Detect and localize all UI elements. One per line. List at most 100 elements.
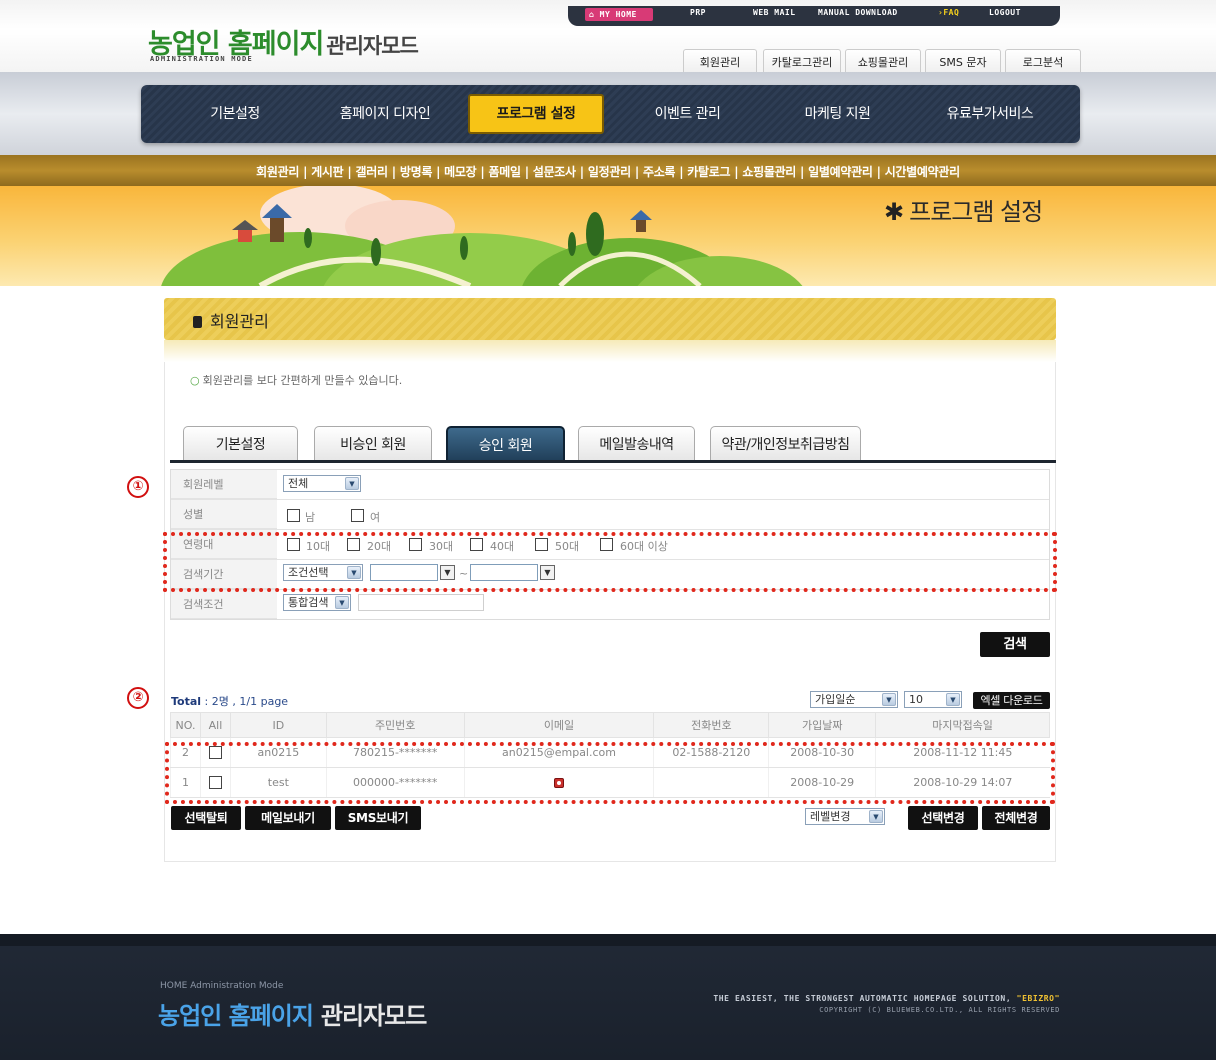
section-title: 회원관리 xyxy=(193,308,269,332)
page-description: ○ 회원관리를 보다 간편하게 만들수 있습니다. xyxy=(190,372,402,388)
section-title-text: 회원관리 xyxy=(210,312,269,331)
annotation-highlight-2 xyxy=(165,742,1055,804)
submenu-shop[interactable]: 쇼핑몰관리 xyxy=(742,165,796,179)
col-header-no: NO. xyxy=(170,712,201,738)
submenu-formmail[interactable]: 폼메일 xyxy=(489,165,522,179)
table-header-row: NO. All ID 주민번호 이메일 전화번호 가입날짜 마지막접속일 xyxy=(170,712,1050,738)
tab-unapproved-members[interactable]: 비승인 회원 xyxy=(314,426,432,462)
banner-title-text: 프로그램 설정 xyxy=(909,198,1043,226)
col-header-ssn: 주민번호 xyxy=(325,712,465,738)
tab-terms-privacy[interactable]: 약관/개인정보취급방침 xyxy=(710,426,861,462)
chevron-down-icon: ▼ xyxy=(882,693,896,706)
faq-label: FAQ xyxy=(943,8,960,17)
home-icon: ⌂ xyxy=(589,10,595,19)
submenu-addressbook[interactable]: 주소록 xyxy=(643,165,676,179)
footer-slogan-text: THE EASIEST, THE STRONGEST AUTOMATIC HOM… xyxy=(713,994,1012,1003)
logo-mode-text: 관리자모드 xyxy=(326,34,419,58)
footer-logo-mode: 관리자모드 xyxy=(320,1002,427,1030)
member-level-select[interactable]: 전체 ▼ xyxy=(283,475,361,492)
sub-menu: 회원관리 | 게시판 | 갤러리 | 방명록 | 메모장 | 폼메일 | 설문조사 | 일정관리 | 주소록 | 카… xyxy=(256,165,960,179)
per-page-select[interactable]: 10 ▼ xyxy=(904,691,962,708)
gender-male-label: 남 xyxy=(305,511,316,524)
nav-item-program-settings[interactable]: 프로그램 설정 xyxy=(468,94,604,134)
annotation-highlight-1 xyxy=(163,532,1057,592)
submenu-memo[interactable]: 메모장 xyxy=(444,165,477,179)
withdraw-selected-button[interactable]: 선택탈퇴 xyxy=(171,806,241,830)
sort-order-value: 가입일순 xyxy=(815,693,856,706)
section-header-glow xyxy=(164,340,1056,362)
per-page-value: 10 xyxy=(909,693,923,706)
search-condition-value: 통합검색 xyxy=(288,596,329,609)
excel-download-button[interactable]: 엑셀 다운로드 xyxy=(973,692,1050,709)
col-header-id: ID xyxy=(229,712,327,738)
submenu-gallery[interactable]: 갤러리 xyxy=(356,165,389,179)
submenu-guestbook[interactable]: 방명록 xyxy=(400,165,433,179)
tab-mail-history[interactable]: 메일발송내역 xyxy=(578,426,695,462)
chevron-down-icon: ▼ xyxy=(869,810,883,823)
nav-item-marketing[interactable]: 마케팅 지원 xyxy=(780,85,895,143)
level-change-select[interactable]: 레벨변경 ▼ xyxy=(805,808,885,825)
chevron-down-icon: ▼ xyxy=(345,477,359,490)
col-header-all[interactable]: All xyxy=(199,712,231,738)
logo-subtitle: ADMINISTRATION MODE xyxy=(150,55,253,63)
col-header-phone: 전화번호 xyxy=(653,712,770,738)
submenu-hourly-reservation[interactable]: 시간별예약관리 xyxy=(885,165,960,179)
nav-item-basic-settings[interactable]: 기본설정 xyxy=(180,85,290,143)
gender-male-checkbox[interactable] xyxy=(287,509,300,522)
search-condition-select[interactable]: 통합검색 ▼ xyxy=(283,594,351,611)
footer-mini-text: HOME Administration Mode xyxy=(160,981,284,991)
page-info: 1/1 page xyxy=(239,695,289,708)
change-all-button[interactable]: 전체변경 xyxy=(982,806,1050,830)
footer-logo: 농업인 홈페이지 관리자모드 xyxy=(158,996,427,1031)
section-bullet-icon xyxy=(193,316,202,328)
row-divider xyxy=(171,499,1049,500)
tab-underline xyxy=(170,460,1056,463)
footer-top-stripe xyxy=(0,934,1216,946)
nav-item-event-management[interactable]: 이벤트 관리 xyxy=(630,85,745,143)
label-member-level: 회원레벨 xyxy=(171,470,277,499)
footer-slogan: THE EASIEST, THE STRONGEST AUTOMATIC HOM… xyxy=(600,994,1060,1003)
submenu-catalog[interactable]: 카탈로그 xyxy=(687,165,730,179)
banner-title: ✱ 프로그램 설정 xyxy=(884,192,1043,227)
change-selected-button[interactable]: 선택변경 xyxy=(908,806,978,830)
annotation-marker-2: ② xyxy=(127,687,149,709)
section-header-bar xyxy=(164,298,1056,340)
gender-female-label: 여 xyxy=(370,511,381,524)
faq-link[interactable]: ›FAQ xyxy=(938,8,959,17)
footer-logo-main: 농업인 홈페이지 xyxy=(158,1002,314,1030)
search-button[interactable]: 검색 xyxy=(980,632,1050,657)
bullet-dot-icon: ○ xyxy=(190,374,200,387)
prp-link[interactable]: PRP xyxy=(690,8,706,17)
tab-approved-members[interactable]: 승인 회원 xyxy=(446,426,565,462)
web-mail-link[interactable]: WEB MAIL xyxy=(753,8,796,17)
chevron-down-icon: ▼ xyxy=(335,596,349,609)
annotation-marker-1: ① xyxy=(127,476,149,498)
submenu-schedule[interactable]: 일정관리 xyxy=(588,165,631,179)
manual-download-link[interactable]: MANUAL DOWNLOAD xyxy=(818,8,898,17)
row-divider xyxy=(171,529,1049,530)
nav-item-paid-services[interactable]: 유료부가서비스 xyxy=(925,85,1055,143)
label-gender: 성별 xyxy=(171,500,277,529)
total-count: Total : 2명 , 1/1 page xyxy=(171,695,289,708)
col-header-email: 이메일 xyxy=(463,712,655,738)
my-home-label: MY HOME xyxy=(599,10,637,19)
send-sms-button[interactable]: SMS보내기 xyxy=(335,806,421,830)
col-header-last-login: 마지막접속일 xyxy=(875,712,1050,738)
sort-order-select[interactable]: 가입일순 ▼ xyxy=(810,691,898,708)
submenu-survey[interactable]: 설문조사 xyxy=(533,165,576,179)
gender-female-checkbox[interactable] xyxy=(351,509,364,522)
asterisk-icon: ✱ xyxy=(884,198,904,226)
submenu-daily-reservation[interactable]: 일별예약관리 xyxy=(808,165,873,179)
search-keyword-input[interactable] xyxy=(358,594,484,611)
nav-item-homepage-design[interactable]: 홈페이지 디자인 xyxy=(320,85,450,143)
footer-copyright: COPYRIGHT (C) BLUEWEB.CO.LTD., ALL RIGHT… xyxy=(819,1006,1060,1014)
page-description-text: 회원관리를 보다 간편하게 만들수 있습니다. xyxy=(202,374,403,387)
tab-basic-settings[interactable]: 기본설정 xyxy=(183,426,298,462)
footer-brand: "EBIZRO" xyxy=(1016,994,1060,1003)
my-home-link[interactable]: ⌂ MY HOME xyxy=(585,8,653,21)
logout-link[interactable]: LOGOUT xyxy=(989,8,1021,17)
chevron-down-icon: ▼ xyxy=(946,693,960,706)
submenu-members[interactable]: 회원관리 xyxy=(256,165,299,179)
send-mail-button[interactable]: 메일보내기 xyxy=(245,806,331,830)
submenu-board[interactable]: 게시판 xyxy=(311,165,344,179)
